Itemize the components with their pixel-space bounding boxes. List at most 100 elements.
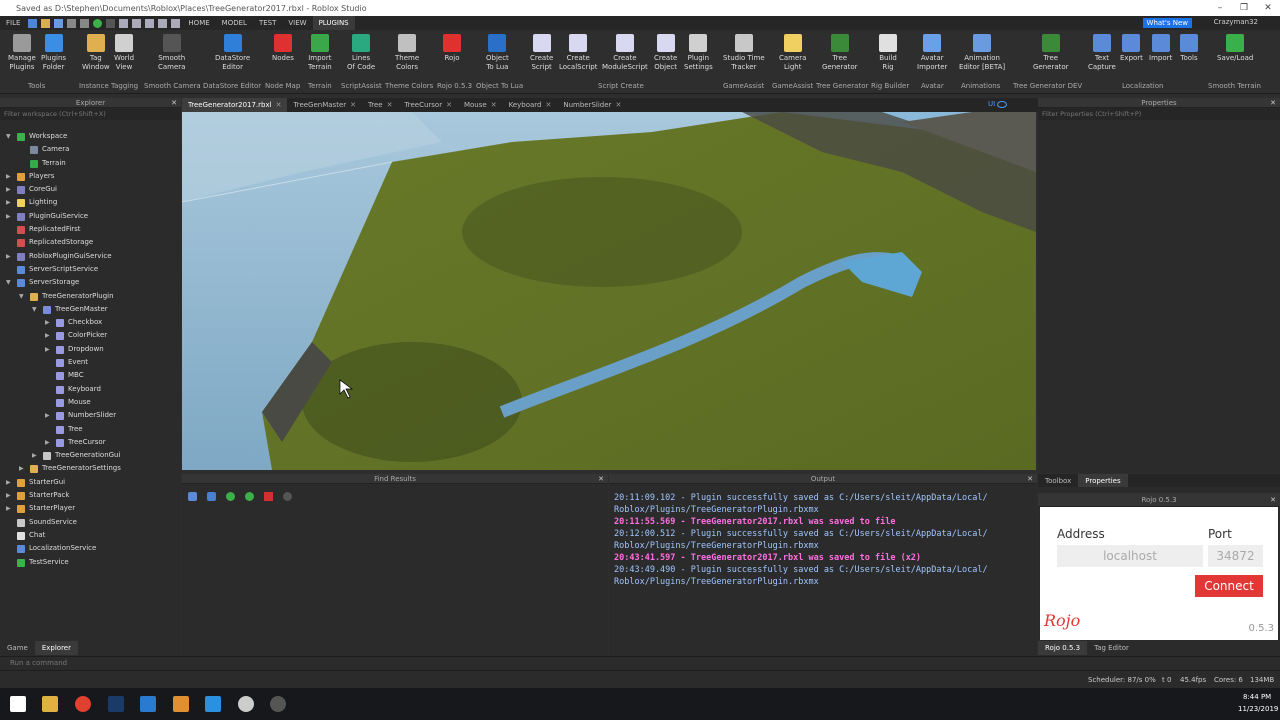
tab-game[interactable]: Game	[0, 641, 35, 655]
chevron-right-icon[interactable]: ▶	[6, 502, 11, 515]
tree-item[interactable]: MBC	[0, 369, 181, 382]
tree-item[interactable]: ▶ Players	[0, 170, 181, 183]
chevron-right-icon[interactable]: ▶	[45, 329, 50, 342]
menu-plugins[interactable]: PLUGINS	[312, 16, 355, 30]
chevron-right-icon[interactable]: ▶	[6, 170, 11, 183]
maximize-button[interactable]: ❐	[1232, 0, 1256, 16]
next-icon[interactable]	[245, 492, 254, 501]
explorer-filter-input[interactable]: Filter workspace (Ctrl+Shift+X)	[0, 108, 181, 120]
new-file-icon[interactable]	[28, 18, 38, 28]
previous-icon[interactable]	[226, 492, 235, 501]
connect-button[interactable]: Connect	[1195, 575, 1263, 597]
ribbon-button-save-load[interactable]: Save/Load	[1217, 34, 1253, 63]
doc-tab[interactable]: TreeGenMaster ✕	[287, 98, 362, 112]
tree-item[interactable]: Keyboard	[0, 383, 181, 396]
file-explorer-icon[interactable]	[42, 696, 58, 712]
binoculars-icon[interactable]	[188, 492, 197, 501]
whats-new-button[interactable]: What's New	[1142, 18, 1192, 28]
save-icon[interactable]	[54, 18, 64, 28]
vscode-icon[interactable]	[140, 696, 156, 712]
doc-tab[interactable]: TreeCursor ✕	[398, 98, 457, 112]
close-tab-icon[interactable]: ✕	[446, 101, 452, 109]
tree-item[interactable]: Mouse	[0, 396, 181, 409]
chevron-right-icon[interactable]: ▶	[45, 343, 50, 356]
tree-item[interactable]: ▶ RobloxPluginGuiService	[0, 250, 181, 263]
tree-item[interactable]: Event	[0, 356, 181, 369]
tree-item[interactable]: ▶ StarterGui	[0, 476, 181, 489]
ribbon-button-avatar[interactable]: Avatar Importer	[917, 34, 947, 72]
chevron-right-icon[interactable]: ▶	[19, 462, 24, 475]
chevron-right-icon[interactable]: ▶	[45, 316, 50, 329]
tree-item[interactable]: ▶ TreeCursor	[0, 436, 181, 449]
close-button[interactable]: ✕	[1256, 0, 1280, 16]
chevron-right-icon[interactable]: ▶	[32, 449, 37, 462]
play-icon[interactable]	[93, 18, 103, 28]
ribbon-button-modulescript[interactable]: Create ModuleScript	[602, 34, 648, 72]
ribbon-button-rojo[interactable]: Rojo	[443, 34, 461, 63]
chevron-right-icon[interactable]: ▶	[6, 250, 11, 263]
ribbon-button-terrain[interactable]: Import Terrain	[308, 34, 332, 72]
obs-icon[interactable]	[270, 696, 286, 712]
redo-icon[interactable]	[80, 18, 90, 28]
doc-tab[interactable]: TreeGenerator2017.rbxl ✕	[182, 98, 288, 112]
eye-icon[interactable]	[997, 101, 1007, 108]
tree-item[interactable]: TestService	[0, 556, 181, 569]
ribbon-button-object[interactable]: Create Object	[654, 34, 677, 72]
ribbon-button-camera[interactable]: Smooth Camera	[158, 34, 185, 72]
tree-item[interactable]: ▶ TreeGeneratorSettings	[0, 462, 181, 475]
ribbon-button-export[interactable]: Export	[1120, 34, 1143, 63]
ribbon-button-globe[interactable]: Tools	[1180, 34, 1198, 63]
ribbon-button-bulb[interactable]: Camera Light	[779, 34, 806, 72]
3d-viewport[interactable]	[182, 112, 1036, 470]
chevron-down-icon[interactable]: ▼	[32, 303, 37, 316]
chevron-down-icon[interactable]: ▼	[6, 276, 11, 289]
tab-tag-editor[interactable]: Tag Editor	[1087, 641, 1136, 655]
menu-test[interactable]: TEST	[253, 16, 282, 30]
tree-item[interactable]: ▶ NumberSlider	[0, 409, 181, 422]
ribbon-button-rig[interactable]: Build Rig	[879, 34, 897, 72]
chevron-right-icon[interactable]: ▶	[6, 183, 11, 196]
ribbon-button-loc[interactable]: Lines Of Code	[347, 34, 375, 72]
clear-icon[interactable]	[264, 492, 273, 501]
properties-filter-input[interactable]: Filter Properties (Ctrl+Shift+P)	[1038, 108, 1280, 120]
chrome-icon[interactable]	[75, 696, 91, 712]
tab-properties[interactable]: Properties	[1078, 474, 1128, 487]
panel-close-icon[interactable]: ✕	[1270, 493, 1276, 507]
tree-item[interactable]: ReplicatedStorage	[0, 236, 181, 249]
chevron-right-icon[interactable]: ▶	[6, 196, 11, 209]
tree-item[interactable]: LocalizationService	[0, 542, 181, 555]
undo-icon[interactable]	[67, 18, 77, 28]
panel-close-icon[interactable]: ✕	[1027, 474, 1033, 484]
ribbon-button-animation[interactable]: Animation Editor [BETA]	[959, 34, 1005, 72]
tree-item[interactable]: ▶ CoreGui	[0, 183, 181, 196]
chevron-right-icon[interactable]: ▶	[6, 210, 11, 223]
tree-item[interactable]: ▶ PluginGuiService	[0, 210, 181, 223]
roblox-studio-icon[interactable]	[205, 696, 221, 712]
photoshop-icon[interactable]	[108, 696, 124, 712]
minimize-button[interactable]: –	[1208, 0, 1232, 16]
tree-item[interactable]: ▶ Dropdown	[0, 343, 181, 356]
ribbon-button-world[interactable]: World View	[114, 34, 134, 72]
tab-explorer[interactable]: Explorer	[34, 641, 78, 655]
user-name[interactable]: Crazyman32	[1214, 18, 1258, 26]
ribbon-button-tree-dev[interactable]: Tree Generator	[1033, 34, 1069, 72]
tree-item[interactable]: ServerScriptService	[0, 263, 181, 276]
doc-tab[interactable]: Tree ✕	[362, 98, 398, 112]
windows-start-icon[interactable]	[10, 696, 26, 712]
tree-item[interactable]: SoundService	[0, 516, 181, 529]
ribbon-button-import[interactable]: Import	[1149, 34, 1172, 63]
copy-icon[interactable]	[119, 18, 129, 28]
tree-item[interactable]: ▶ TreeGenerationGui	[0, 449, 181, 462]
panel-close-icon[interactable]: ✕	[171, 98, 177, 108]
doc-tab[interactable]: Keyboard ✕	[503, 98, 558, 112]
ribbon-button-datastore[interactable]: DataStore Editor	[215, 34, 250, 72]
ribbon-button-theme[interactable]: Theme Colors	[395, 34, 419, 72]
close-tab-icon[interactable]: ✕	[350, 101, 356, 109]
tree-item[interactable]: ▶ Lighting	[0, 196, 181, 209]
address-input[interactable]: localhost	[1057, 545, 1203, 567]
close-tab-icon[interactable]: ✕	[545, 101, 551, 109]
tree-item[interactable]: Terrain	[0, 157, 181, 170]
ribbon-button-tag[interactable]: Tag Window	[82, 34, 110, 72]
tree-item[interactable]: ▶ StarterPack	[0, 489, 181, 502]
tab-rojo[interactable]: Rojo 0.5.3	[1038, 641, 1088, 655]
